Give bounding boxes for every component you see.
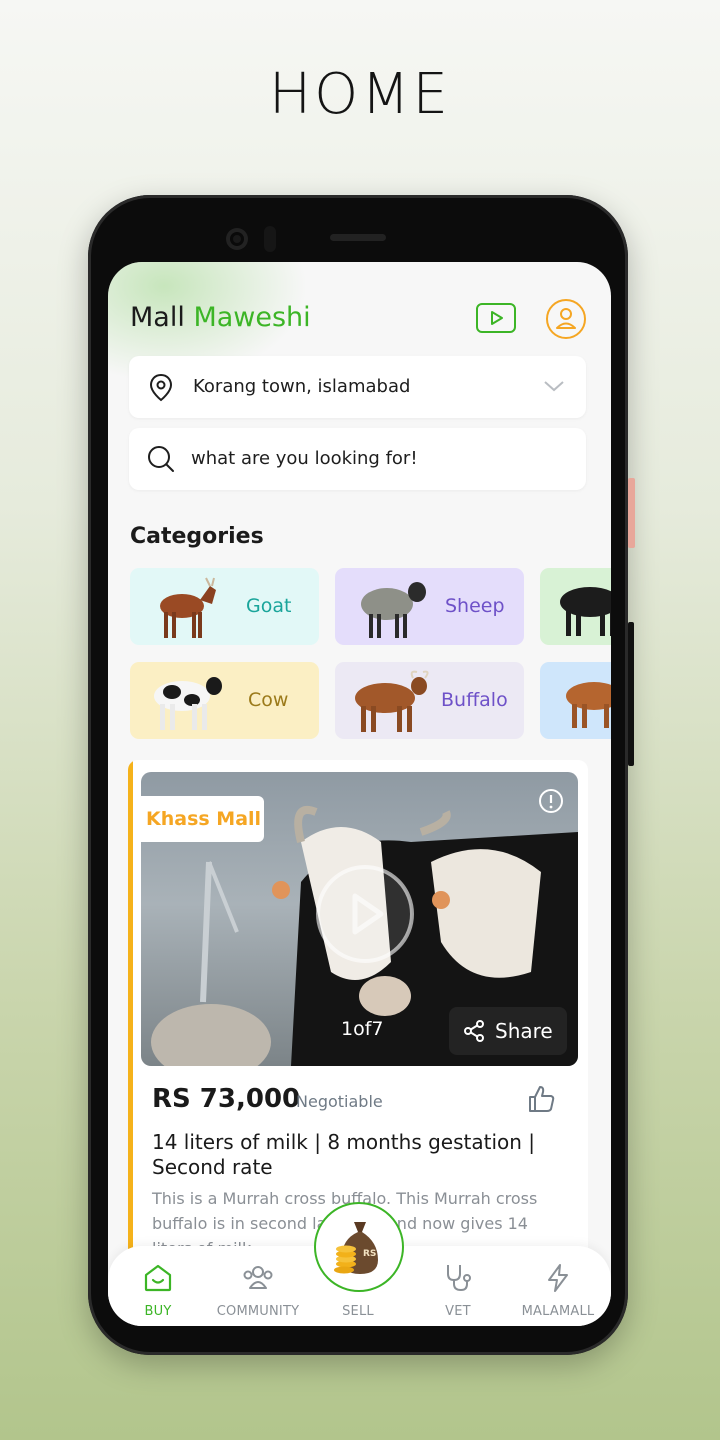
featured-strip (128, 760, 133, 1280)
buffalo-image (355, 670, 429, 732)
brand-mall: Mall (130, 302, 185, 333)
thumbs-up-icon[interactable] (526, 1084, 556, 1114)
nav-label-community: COMMUNITY (216, 1304, 300, 1319)
category-goat[interactable]: Goat (130, 568, 319, 645)
negotiable-label: Negotiable (296, 1092, 383, 1111)
location-selector[interactable]: Korang town, islamabad (129, 356, 586, 418)
category-bull[interactable] (540, 568, 611, 645)
community-icon (243, 1266, 273, 1289)
search-input[interactable]: what are you looking for! (129, 428, 586, 490)
share-button[interactable]: Share (449, 1007, 567, 1055)
app-brand: Mall Maweshi (130, 302, 311, 333)
category-label-cow: Cow (248, 689, 289, 711)
cow-image (154, 677, 222, 730)
play-video-icon (491, 311, 503, 325)
share-icon (464, 1020, 484, 1042)
category-buffalo[interactable]: Buffalo (335, 662, 524, 739)
nav-vet[interactable]: VET (408, 1246, 508, 1326)
category-sheep[interactable]: Sheep (335, 568, 524, 645)
front-camera (226, 228, 248, 250)
user-icon (556, 308, 576, 329)
play-icon[interactable] (315, 864, 415, 964)
sheep-image (361, 582, 426, 638)
info-icon[interactable] (538, 788, 564, 814)
location-pin-icon (149, 373, 173, 402)
categories-title: Categories (130, 524, 264, 549)
category-other[interactable] (540, 662, 611, 739)
khass-mall-badge: Khass Mall (141, 796, 264, 842)
goat-image (160, 577, 216, 638)
promo-title: HOME (269, 62, 451, 127)
category-cow[interactable]: Cow (130, 662, 319, 739)
nav-label-sell: SELL (342, 1304, 374, 1319)
media-counter: 1of7 (341, 1018, 384, 1040)
category-label-buffalo: Buffalo (441, 689, 508, 711)
location-value: Korang town, islamabad (193, 376, 411, 397)
category-label-goat: Goat (246, 595, 292, 617)
listing-media[interactable]: Khass Mall 1of7 Share (141, 772, 578, 1066)
category-label-sheep: Sheep (445, 595, 505, 617)
nav-label-buy: BUY (144, 1304, 172, 1319)
brown-cow-image (566, 682, 611, 728)
sell-button[interactable]: RS (314, 1202, 404, 1292)
nav-label-vet: VET (445, 1304, 471, 1319)
search-icon (148, 446, 174, 472)
home-icon (144, 1264, 172, 1292)
money-bag-icon: RS (334, 1222, 378, 1274)
lightning-icon (548, 1264, 568, 1292)
svg-text:RS: RS (363, 1249, 376, 1259)
phone-speaker (330, 234, 386, 241)
nav-community[interactable]: COMMUNITY (208, 1246, 308, 1326)
nav-label-malamall: MALAMALL (521, 1304, 595, 1319)
profile-button[interactable] (546, 299, 586, 339)
nav-buy[interactable]: BUY (108, 1246, 208, 1326)
share-label: Share (495, 1019, 553, 1043)
black-bull-image (560, 587, 611, 636)
video-button[interactable] (476, 303, 516, 333)
brand-maweshi: Maweshi (193, 302, 311, 333)
listing-title: 14 liters of milk | 8 months gestation |… (152, 1130, 536, 1179)
phone-sensor (264, 226, 276, 252)
chevron-down-icon (544, 381, 564, 392)
phone-side-button (628, 478, 635, 548)
listing-price: RS 73,000 (152, 1084, 301, 1114)
phone-volume-button (628, 622, 634, 766)
search-placeholder: what are you looking for! (191, 448, 418, 469)
stethoscope-icon (447, 1265, 471, 1292)
nav-malamall[interactable]: MALAMALL (508, 1246, 608, 1326)
app-screen: Mall Maweshi Korang town, islamabad what… (108, 262, 611, 1326)
